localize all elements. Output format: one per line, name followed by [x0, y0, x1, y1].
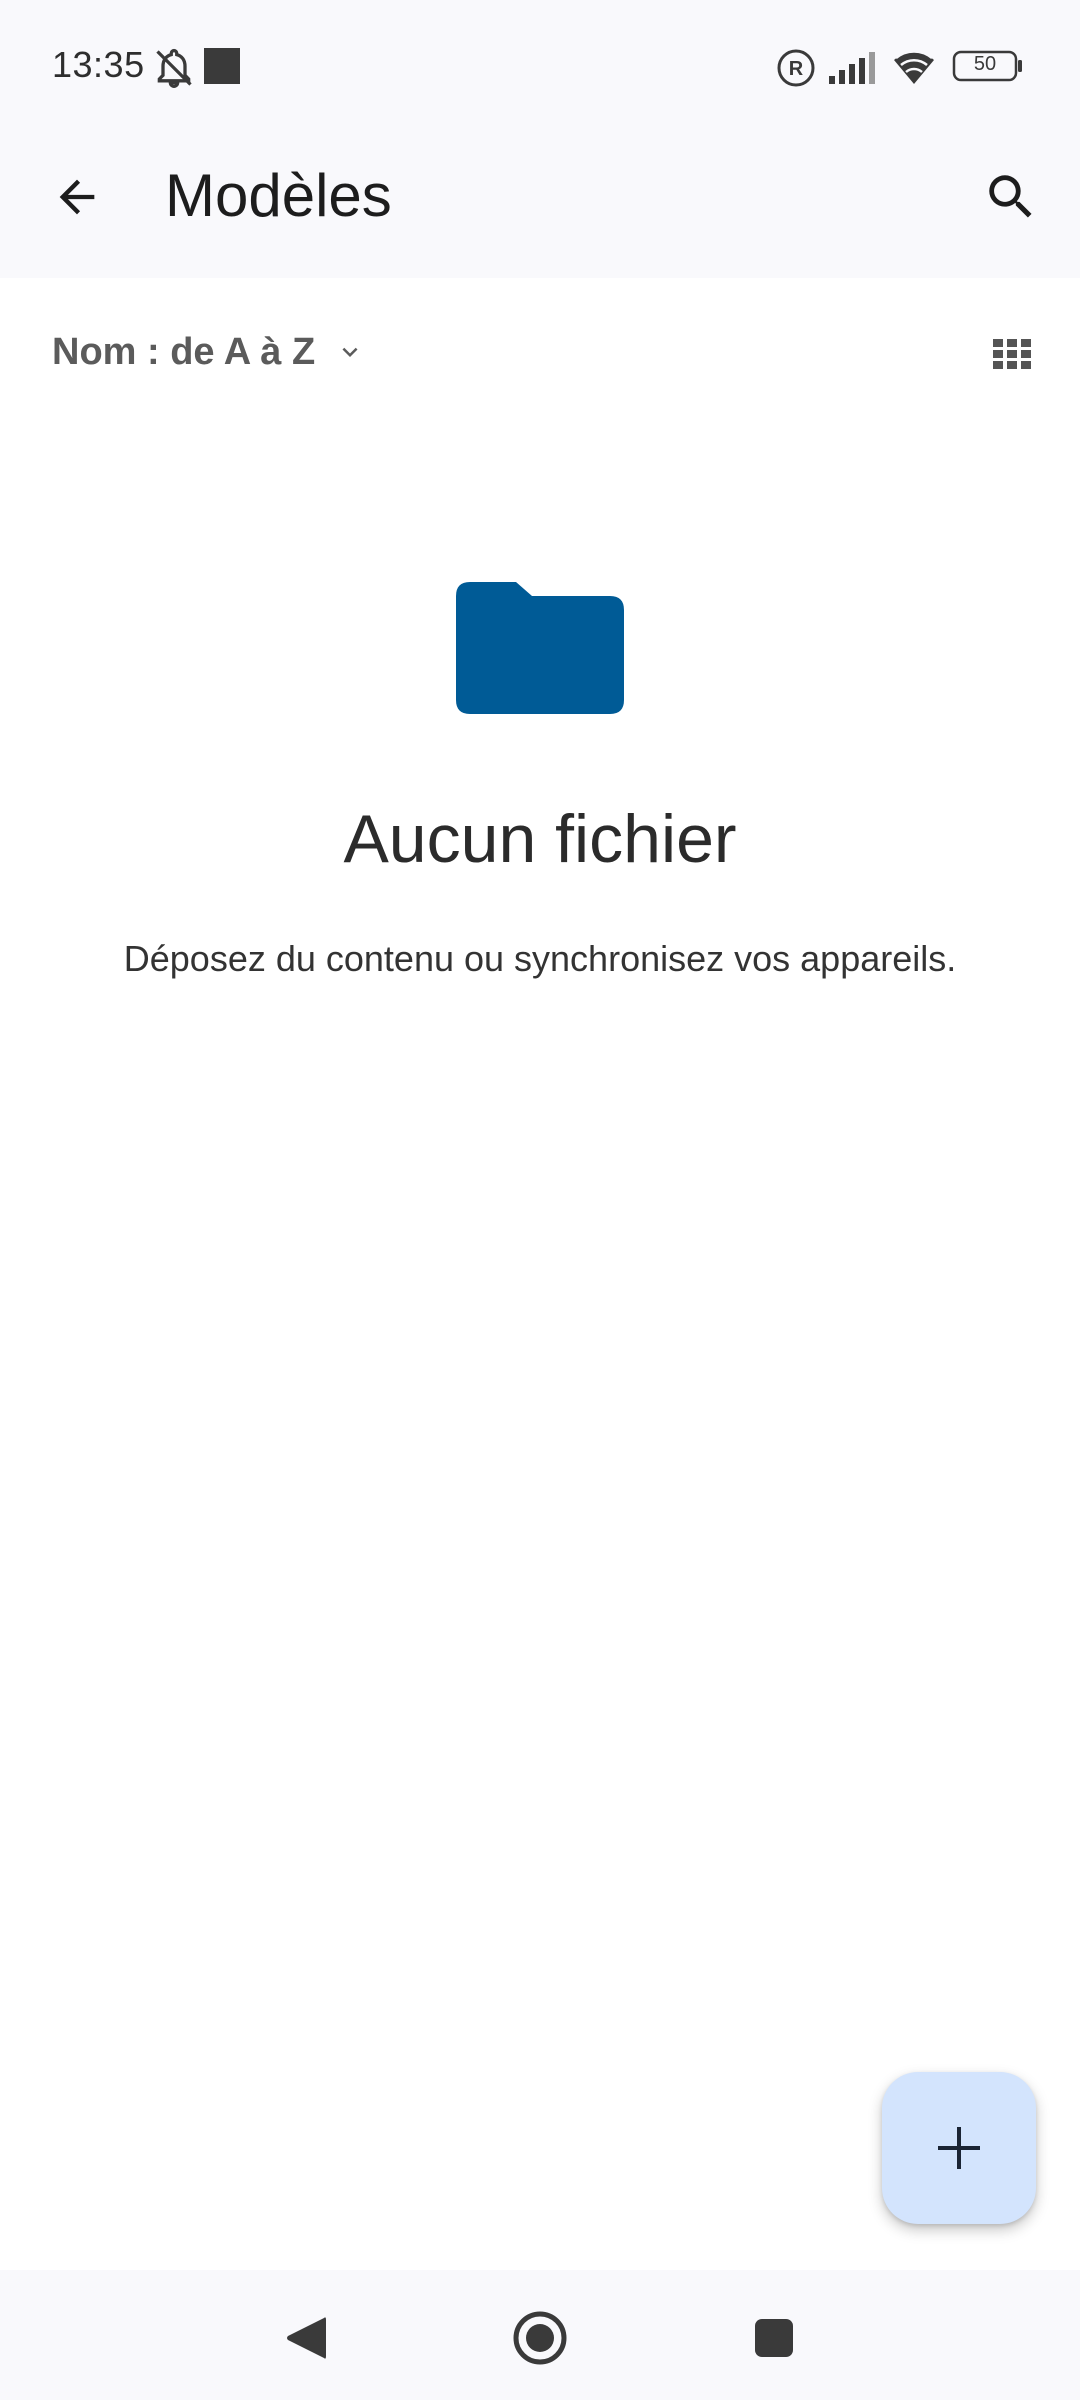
arrow-left-icon [59, 179, 95, 215]
nav-back-button[interactable] [266, 2298, 346, 2378]
wifi-icon [890, 48, 938, 91]
svg-text:R: R [789, 58, 804, 80]
status-time: 13:35 [52, 44, 145, 85]
page-title: Modèles [165, 162, 392, 229]
chevron-down-icon [335, 337, 365, 367]
app-bar: Modèles [0, 134, 1080, 278]
plus-icon [938, 2127, 980, 2169]
nav-home-button[interactable] [500, 2298, 580, 2378]
status-bar: 13:35 R 50 [0, 0, 1080, 134]
folder-icon [456, 580, 624, 714]
battery-icon: 50 [952, 50, 1022, 82]
registered-icon: R [776, 48, 816, 93]
cellular-signal-icon [828, 50, 878, 89]
media-square-icon [204, 48, 240, 84]
empty-state-title: Aucun fichier [343, 801, 737, 877]
add-button[interactable] [882, 2072, 1036, 2224]
search-button[interactable] [970, 156, 1052, 238]
back-button[interactable] [36, 156, 118, 238]
system-nav-bar [0, 2270, 1080, 2400]
nav-home-icon [513, 2311, 567, 2365]
nav-recents-icon [755, 2319, 793, 2357]
sort-dropdown[interactable]: Nom : de A à Z [52, 326, 365, 378]
sort-label: Nom : de A à Z [52, 330, 316, 373]
notifications-off-icon [152, 46, 196, 95]
search-icon [989, 175, 1032, 218]
empty-state-subtitle: Déposez du contenu ou synchronisez vos a… [123, 938, 957, 979]
grid-view-toggle[interactable] [984, 326, 1040, 382]
grid-view-icon [993, 339, 1031, 369]
battery-level: 50 [973, 53, 997, 75]
nav-back-icon [287, 2317, 326, 2359]
nav-recents-button[interactable] [734, 2298, 814, 2378]
